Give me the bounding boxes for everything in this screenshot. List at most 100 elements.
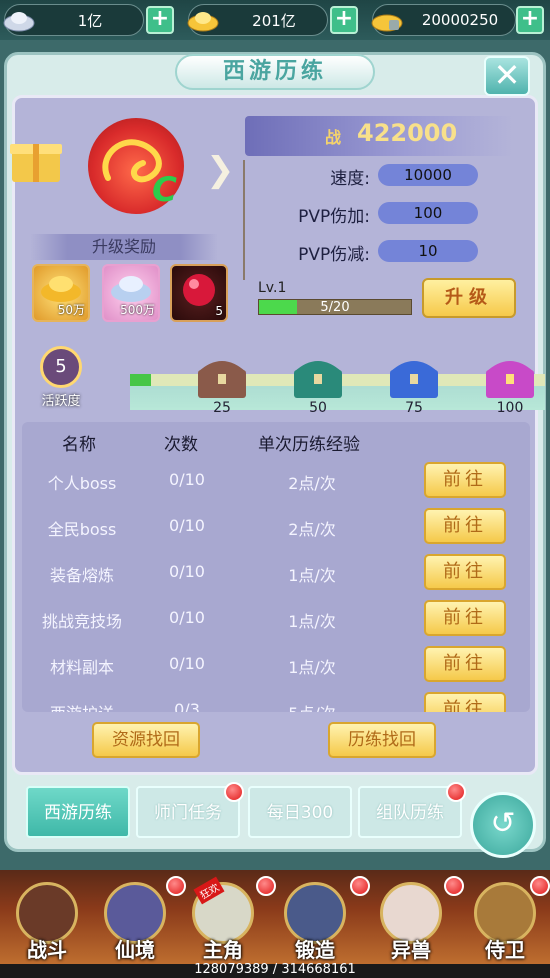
silver-currency: 1亿	[3, 4, 144, 36]
go-button[interactable]: 前往	[424, 692, 506, 712]
task-name: 个人boss	[47, 474, 117, 493]
add-gold-button[interactable]: +	[330, 6, 358, 34]
xp-text: 5/20	[320, 300, 350, 315]
task-count: 0/3	[174, 700, 200, 712]
reward-item-gold[interactable]: 50万	[32, 264, 90, 322]
locked-gold-icon	[371, 14, 403, 32]
chest-icon	[294, 361, 342, 398]
chest-100[interactable]	[484, 354, 536, 400]
activity-fill	[130, 374, 151, 386]
pvp-damage-bonus-label: PVP伤加:	[298, 207, 370, 227]
resource-recovery-button[interactable]: 资源找回	[92, 722, 200, 758]
go-button[interactable]: 前往	[424, 508, 506, 544]
nav-battle[interactable]: 战斗	[8, 878, 86, 962]
tab-daily-300[interactable]: 每日300	[248, 786, 352, 838]
speed-value: 10000	[378, 164, 478, 186]
combat-power: 战 422000	[245, 116, 513, 156]
training-recovery-button[interactable]: 历练找回	[328, 722, 436, 758]
pvp-damage-bonus-value: 100	[378, 202, 478, 224]
nav-label: 主角	[203, 938, 243, 962]
silver-pile-icon	[111, 276, 151, 302]
gold-pile-icon	[41, 276, 81, 302]
chest-75[interactable]	[388, 354, 440, 400]
hp-text: 128079389 / 314668161	[194, 962, 356, 977]
chest-threshold: 75	[405, 400, 423, 416]
tab-journey-training[interactable]: 西游历练	[26, 786, 130, 838]
task-name: 装备熔炼	[49, 566, 114, 585]
task-exp: 1点/次	[288, 566, 336, 585]
task-name: 挑战竞技场	[41, 612, 122, 631]
go-button[interactable]: 前往	[424, 554, 506, 590]
pvp-damage-reduction-label: PVP伤减:	[298, 245, 370, 265]
nav-beast[interactable]: 异兽	[372, 878, 450, 962]
upgrade-reward-title: 升级奖励	[30, 234, 218, 260]
back-button[interactable]: ↺	[470, 792, 536, 858]
table-row: 挑战竞技场 0/10 1点/次 前往	[22, 596, 530, 642]
add-silver-button[interactable]: +	[146, 6, 174, 34]
reward-count: 50万	[57, 303, 85, 317]
activity-value: 5	[40, 346, 82, 388]
nav-fairyland[interactable]: 仙境	[96, 878, 174, 962]
notification-dot	[256, 876, 276, 896]
chevron-right-icon: ❯	[206, 150, 235, 190]
go-button[interactable]: 前往	[424, 462, 506, 498]
reward-item-orb[interactable]: 5	[170, 264, 228, 322]
chest-threshold: 25	[213, 400, 231, 416]
task-exp: 1点/次	[288, 612, 336, 631]
power-value: 422000	[357, 119, 458, 147]
table-row: 材料副本 0/10 1点/次 前往	[22, 642, 530, 688]
nav-hero[interactable]: 狂欢 主角	[184, 876, 262, 962]
nav-label: 战斗	[27, 938, 67, 962]
gold-value: 201亿	[252, 11, 296, 30]
close-button[interactable]: ✕	[484, 56, 530, 96]
reward-count: 5	[215, 304, 223, 318]
silver-ingot-icon	[3, 12, 35, 32]
chest-50[interactable]	[292, 354, 344, 400]
nav-label: 侍卫	[485, 938, 525, 962]
task-count: 0/10	[169, 608, 205, 627]
chest-icon	[198, 361, 246, 398]
task-exp: 5点/次	[262, 700, 362, 712]
panel-title: 西游历练	[175, 54, 375, 90]
level-label: Lv.1	[258, 280, 287, 296]
bound-gold-currency: 20000250	[371, 4, 516, 36]
chest-icon	[390, 361, 438, 398]
notification-dot	[166, 876, 186, 896]
gift-icon[interactable]	[8, 130, 64, 186]
task-name: 西游护送	[22, 700, 142, 712]
reward-item-silver[interactable]: 500万	[102, 264, 160, 322]
activity-badge: 5 活跃度	[34, 346, 88, 410]
notification-dot	[444, 876, 464, 896]
add-bound-gold-button[interactable]: +	[516, 6, 544, 34]
xp-bar: 5/20	[258, 299, 412, 315]
silver-value: 1亿	[77, 11, 103, 30]
table-row: 个人boss 0/10 2点/次 前往	[22, 458, 530, 504]
table-row: 全民boss 0/10 2点/次 前往	[22, 504, 530, 550]
bound-gold-value: 20000250	[421, 11, 499, 29]
upgrade-button[interactable]: 升级	[422, 278, 516, 318]
chest-icon	[486, 361, 534, 398]
hero-grade: C	[152, 170, 177, 210]
chest-25[interactable]	[196, 354, 248, 400]
task-count: 0/10	[169, 470, 205, 489]
reward-count: 500万	[120, 303, 155, 317]
task-list[interactable]: 个人boss 0/10 2点/次 前往 全民boss 0/10 2点/次 前往 …	[22, 458, 530, 712]
notification-dot	[224, 782, 244, 802]
activity-label: 活跃度	[41, 394, 81, 409]
task-exp: 2点/次	[288, 520, 336, 539]
gold-currency: 201亿	[187, 4, 328, 36]
table-row: 装备熔炼 0/10 1点/次 前往	[22, 550, 530, 596]
header-exp: 单次历练经验	[258, 435, 360, 455]
go-button[interactable]: 前往	[424, 646, 506, 682]
task-count: 0/10	[169, 562, 205, 581]
go-button[interactable]: 前往	[424, 600, 506, 636]
header-count: 次数	[164, 435, 198, 455]
task-exp: 1点/次	[288, 658, 336, 677]
header-name: 名称	[62, 435, 96, 455]
notification-dot	[446, 782, 466, 802]
nav-forge[interactable]: 锻造	[276, 878, 354, 962]
speed-label: 速度:	[330, 169, 370, 189]
nav-label: 锻造	[295, 938, 335, 962]
table-row: 西游护送 0/3 5点/次 前往	[22, 688, 530, 712]
task-count: 0/10	[169, 654, 205, 673]
